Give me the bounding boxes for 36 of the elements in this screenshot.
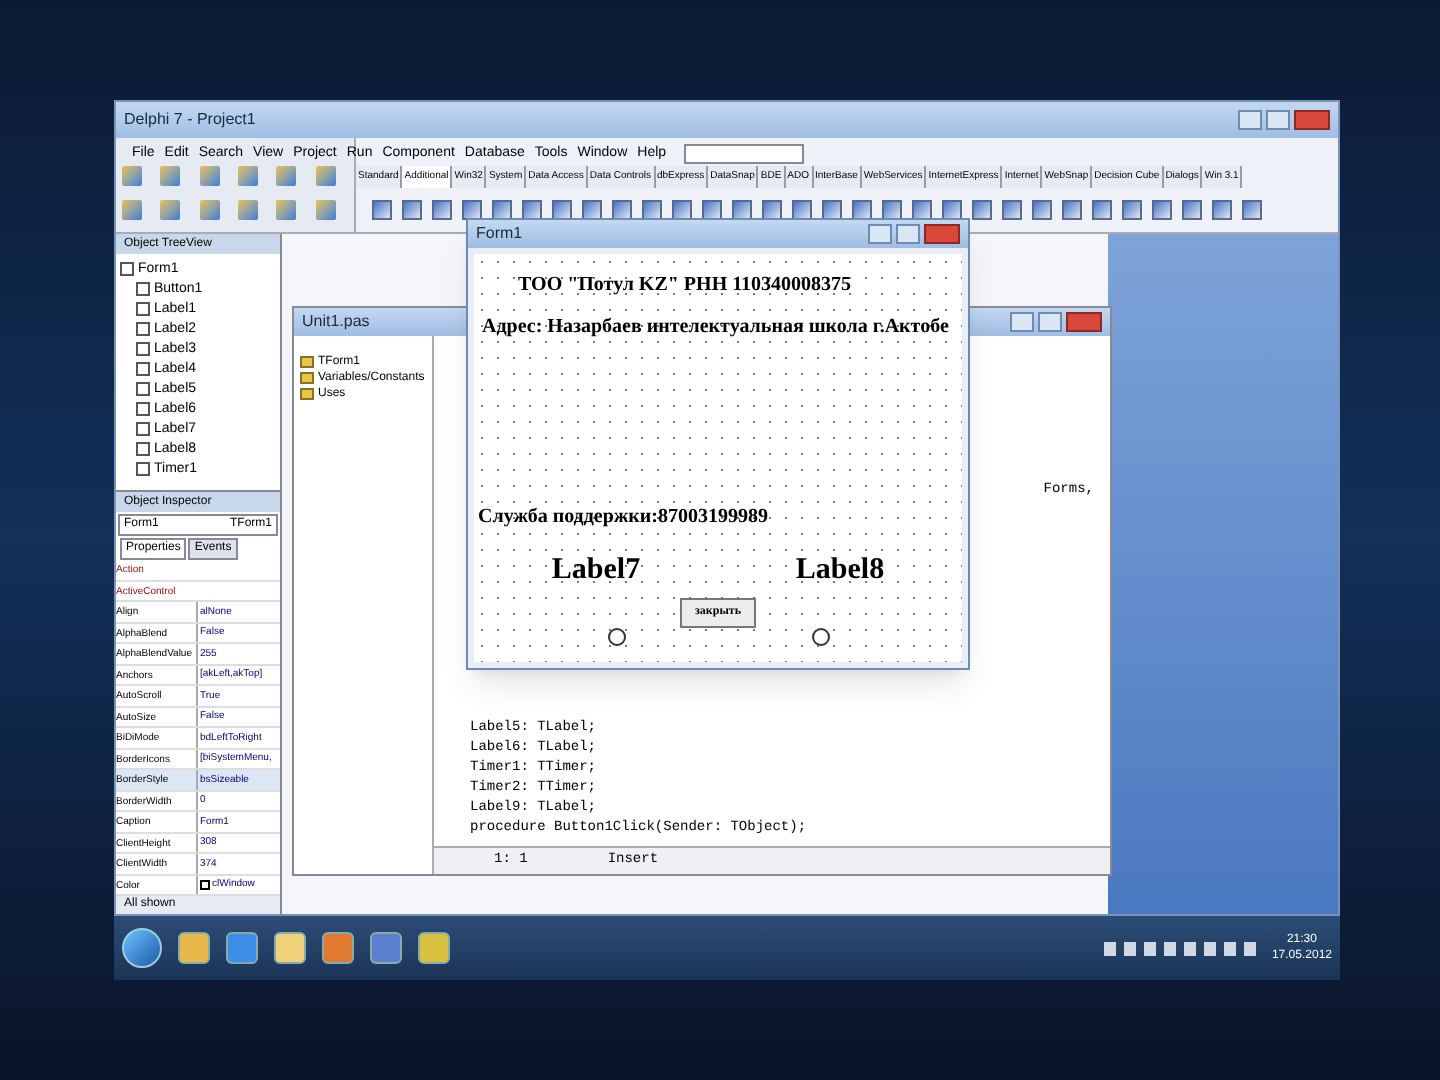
window-title: Form1 (476, 222, 523, 246)
taskbar-app-icon[interactable] (370, 932, 402, 964)
maximize-button[interactable] (1038, 312, 1062, 332)
toolbar-tool-icon[interactable] (199, 166, 220, 186)
form-label: Адрес: Назарбаев интелектуальная школа г.Актобе (480, 314, 951, 342)
timer-icon (607, 627, 625, 645)
form-label: Label8 (795, 552, 885, 590)
close-button[interactable] (1066, 312, 1102, 332)
toolbar-tool-icon[interactable] (276, 199, 297, 219)
toolbar-tool-icon[interactable] (315, 199, 336, 219)
close-button[interactable] (924, 224, 960, 244)
form-label: ТОО "Потул KZ" РНН 110340008375 (516, 272, 854, 300)
desktop-dropdown[interactable] (684, 143, 805, 163)
taskbar-app-icon[interactable] (226, 932, 258, 964)
toolbar-tool-icon[interactable] (315, 166, 336, 186)
taskbar-app-icon[interactable] (418, 932, 450, 964)
minimize-button[interactable] (1238, 110, 1262, 130)
maximize-button[interactable] (1266, 110, 1290, 130)
timer-icon (811, 627, 829, 645)
toolbar-tool-icon[interactable] (199, 199, 220, 219)
minimize-button[interactable] (1010, 312, 1034, 332)
taskbar-app-icon[interactable] (274, 932, 306, 964)
window-title: Unit1.pas (302, 310, 370, 334)
form-label: Label7 (551, 552, 641, 590)
toolbar-tool-icon[interactable] (276, 166, 297, 186)
color-swatch-icon (200, 879, 210, 890)
minimize-button[interactable] (868, 224, 892, 244)
taskbar-app-icon[interactable] (322, 932, 354, 964)
window-title: Delphi 7 - Project1 (124, 108, 256, 132)
close-button[interactable] (1294, 110, 1330, 130)
form-label: Служба поддержки:87003199989 (476, 504, 771, 532)
toolbar-tool-icon[interactable] (160, 166, 181, 186)
taskbar-app-icon[interactable] (178, 932, 210, 964)
start-button-icon[interactable] (122, 928, 162, 968)
maximize-button[interactable] (896, 224, 920, 244)
toolbar-tool-icon[interactable] (160, 199, 181, 219)
